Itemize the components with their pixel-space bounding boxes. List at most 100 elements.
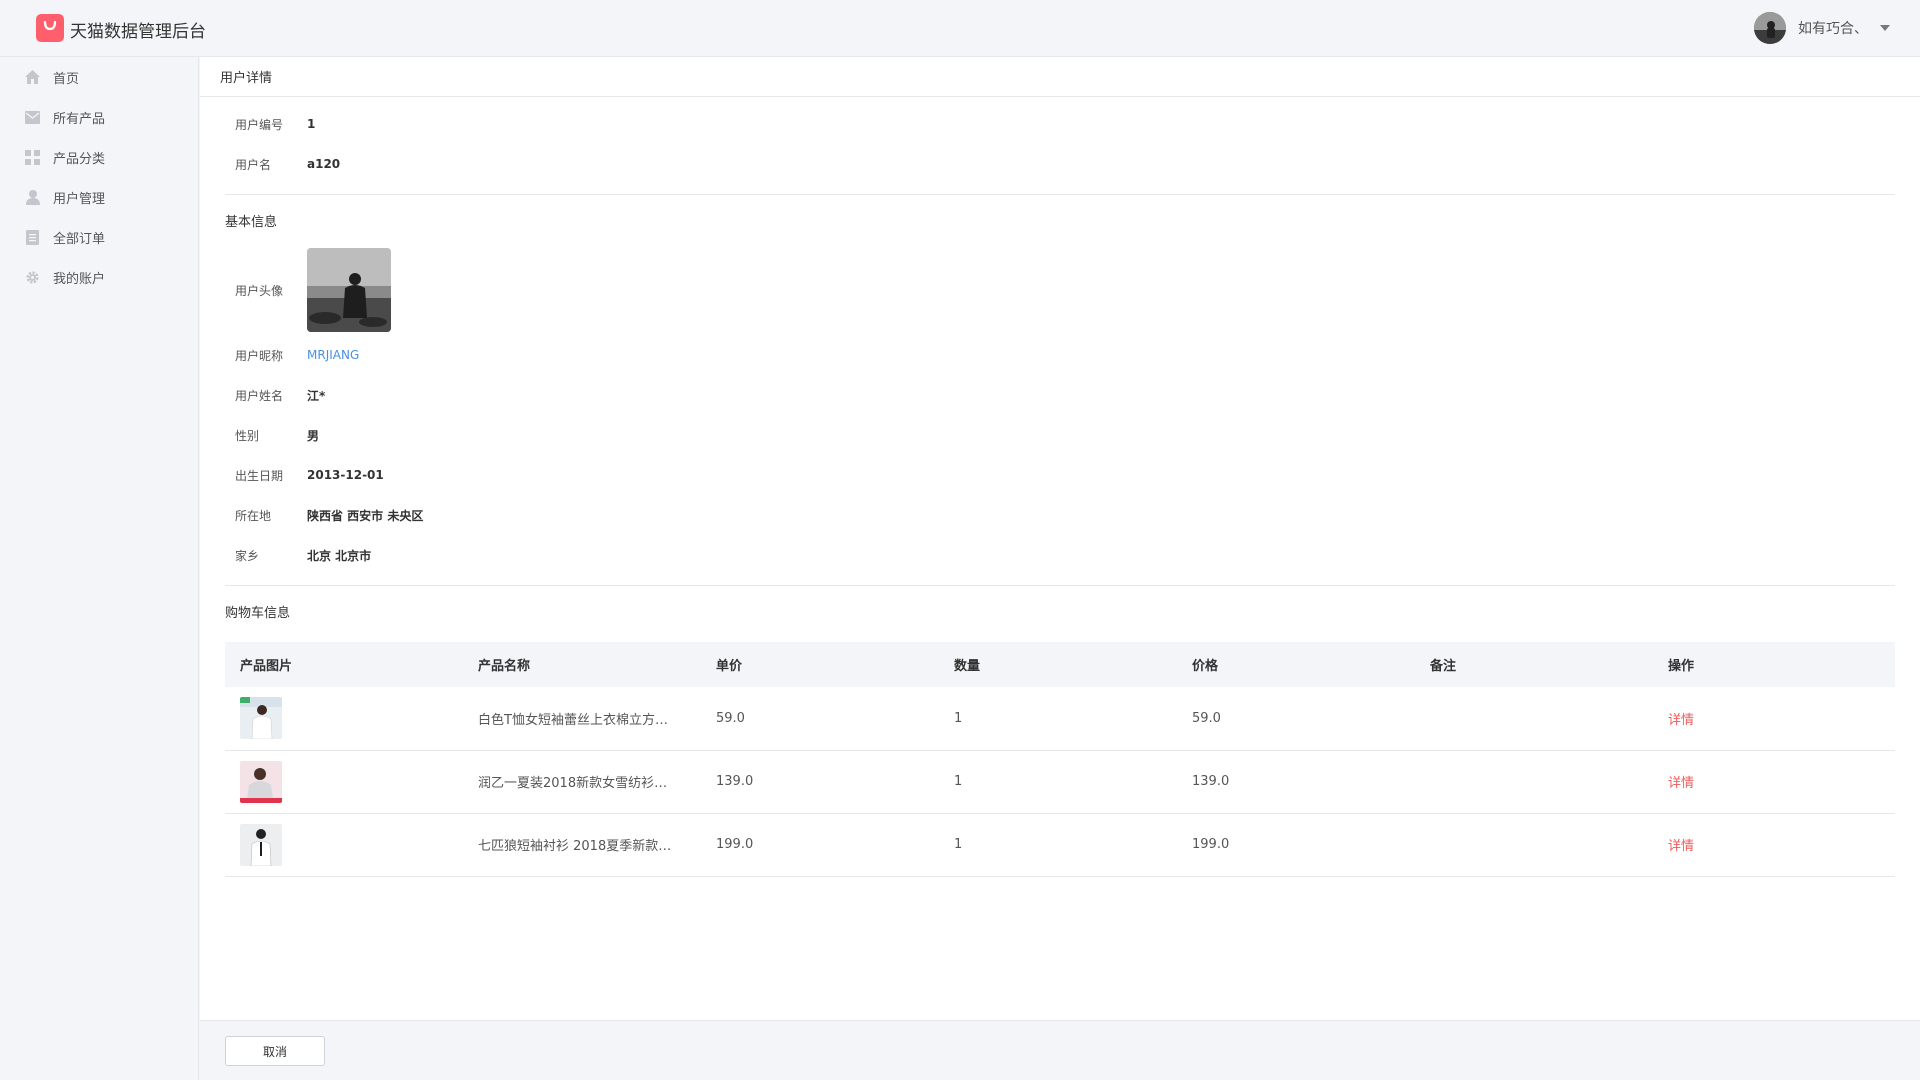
column-header: 操作 <box>1668 659 1695 674</box>
top-header: 天猫数据管理后台 如有巧合、 <box>0 0 1920 57</box>
field-label: 用户名 <box>235 157 272 172</box>
document-icon <box>24 229 41 246</box>
shopping-bag-icon[interactable] <box>36 14 64 42</box>
detail-link[interactable]: 详情 <box>1668 839 1694 854</box>
cancel-button[interactable]: 取消 <box>225 1036 325 1066</box>
gender-row: 性别 男 <box>225 415 1895 455</box>
quantity-cell: 1 <box>954 837 963 852</box>
product-image-cell <box>225 813 463 876</box>
table-row: 润乙一夏装2018新款女雪纺衫… 139.0 1 139.0 详情 <box>225 750 1895 813</box>
username-row: 用户名 a120 <box>225 144 1895 184</box>
unit-price-cell: 139.0 <box>716 774 754 789</box>
column-header: 价格 <box>1192 659 1219 674</box>
product-name: 七匹狼短袖衬衫 2018夏季新款… <box>478 839 672 854</box>
sidebar-item-orders[interactable]: 全部订单 <box>0 217 198 257</box>
username[interactable]: 如有巧合、 <box>1798 18 1868 38</box>
product-thumbnail <box>240 823 282 866</box>
product-thumbnail <box>240 697 282 740</box>
birthday-row: 出生日期 2013-12-01 <box>225 455 1895 495</box>
sidebar-item-account[interactable]: 我的账户 <box>0 257 198 297</box>
field-label: 性别 <box>235 428 260 443</box>
home-icon <box>24 69 41 86</box>
field-label: 用户头像 <box>235 283 284 298</box>
price-cell: 139.0 <box>1192 774 1230 789</box>
product-name: 白色T恤女短袖蕾丝上衣棉立方… <box>478 712 668 728</box>
sidebar: 首页 所有产品 产品分类 用户管理 全部订单 我的账户 <box>0 57 199 1080</box>
user-menu[interactable]: 如有巧合、 <box>1754 12 1890 44</box>
user-detail-content: 用户编号 1 用户名 a120 基本信息 用户头像 用户昵称 MRJIANG 用… <box>200 97 1920 877</box>
price-cell: 59.0 <box>1192 710 1221 726</box>
detail-link[interactable]: 详情 <box>1668 776 1694 791</box>
action-cell: 详情 <box>1653 687 1895 750</box>
field-label: 用户姓名 <box>235 388 284 403</box>
detail-link[interactable]: 详情 <box>1668 713 1694 728</box>
product-image-cell <box>225 687 463 750</box>
column-header: 数量 <box>954 659 981 674</box>
footer-bar: 取消 <box>200 1020 1920 1080</box>
gender-value: 男 <box>307 428 320 443</box>
section-title-basic-info: 基本信息 <box>225 214 278 230</box>
field-label: 用户编号 <box>235 117 284 132</box>
field-label: 家乡 <box>235 548 260 563</box>
product-image-cell <box>225 750 463 813</box>
app-title: 天猫数据管理后台 <box>70 22 206 42</box>
product-name-cell: 润乙一夏装2018新款女雪纺衫… <box>463 750 701 813</box>
nickname-value: MRJIANG <box>307 348 360 362</box>
column-header: 产品图片 <box>240 659 293 674</box>
column-header: 单价 <box>716 659 743 674</box>
sidebar-item-label: 所有产品 <box>53 111 106 127</box>
price-cell: 199.0 <box>1192 837 1230 852</box>
location-value: 陕西省 西安市 未央区 <box>307 508 424 523</box>
field-label: 所在地 <box>235 508 272 523</box>
unit-price-cell: 59.0 <box>716 710 745 726</box>
sidebar-item-label: 全部订单 <box>53 231 106 247</box>
quantity-cell: 1 <box>954 710 963 726</box>
location-row: 所在地 陕西省 西安市 未央区 <box>225 495 1895 535</box>
birthday-value: 2013-12-01 <box>307 468 384 482</box>
avatar[interactable] <box>1754 12 1786 44</box>
sidebar-item-categories[interactable]: 产品分类 <box>0 137 198 177</box>
user-icon <box>24 189 41 206</box>
sidebar-item-home[interactable]: 首页 <box>0 57 198 97</box>
chevron-down-icon[interactable] <box>1880 25 1890 31</box>
unit-price-cell: 199.0 <box>716 837 754 852</box>
sidebar-item-products[interactable]: 所有产品 <box>0 97 198 137</box>
table-row: 白色T恤女短袖蕾丝上衣棉立方… 59.0 1 59.0 详情 <box>225 687 1895 750</box>
section-title-cart: 购物车信息 <box>225 605 291 621</box>
sidebar-item-label: 我的账户 <box>53 271 106 287</box>
cart-table: 产品图片 产品名称 单价 数量 价格 备注 操作 白色T恤女短袖蕾丝上衣棉立方…… <box>225 642 1895 877</box>
page-title: 用户详情 <box>200 57 1920 97</box>
quantity-cell: 1 <box>954 774 963 789</box>
user-avatar-image <box>307 248 391 332</box>
field-label: 用户昵称 <box>235 348 284 363</box>
field-label: 出生日期 <box>235 468 284 483</box>
sidebar-item-label: 产品分类 <box>53 151 106 167</box>
hometown-value: 北京 北京市 <box>307 548 372 563</box>
note-cell <box>1415 750 1653 813</box>
sidebar-item-users[interactable]: 用户管理 <box>0 177 198 217</box>
product-name-cell: 白色T恤女短袖蕾丝上衣棉立方… <box>463 687 701 750</box>
username-value: a120 <box>307 157 341 171</box>
table-header-row: 产品图片 产品名称 单价 数量 价格 备注 操作 <box>225 642 1895 687</box>
mail-icon <box>24 109 41 126</box>
product-name: 润乙一夏装2018新款女雪纺衫… <box>478 776 668 791</box>
main-panel: 用户详情 用户编号 1 用户名 a120 基本信息 用户头像 用户昵称 MRJI… <box>200 57 1920 1020</box>
product-name-cell: 七匹狼短袖衬衫 2018夏季新款… <box>463 813 701 876</box>
gear-icon <box>24 269 41 286</box>
action-cell: 详情 <box>1653 750 1895 813</box>
user-id-row: 用户编号 1 <box>225 104 1895 144</box>
product-thumbnail <box>240 760 282 803</box>
hometown-row: 家乡 北京 北京市 <box>225 535 1895 575</box>
table-row: 七匹狼短袖衬衫 2018夏季新款… 199.0 1 199.0 详情 <box>225 813 1895 876</box>
nickname-row: 用户昵称 MRJIANG <box>225 335 1895 375</box>
sidebar-item-label: 首页 <box>53 71 80 87</box>
grid-icon <box>24 149 41 166</box>
note-cell <box>1415 813 1653 876</box>
column-header: 备注 <box>1430 659 1457 674</box>
sidebar-item-label: 用户管理 <box>53 191 106 207</box>
realname-row: 用户姓名 江* <box>225 375 1895 415</box>
avatar-row: 用户头像 <box>225 245 1895 335</box>
action-cell: 详情 <box>1653 813 1895 876</box>
realname-value: 江* <box>307 388 326 403</box>
note-cell <box>1415 687 1653 750</box>
